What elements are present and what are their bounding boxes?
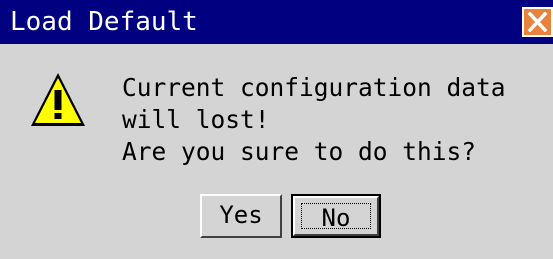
no-button-bevel: No — [293, 196, 379, 236]
focus-rectangle: No — [301, 203, 371, 232]
message-line: will lost! — [122, 105, 270, 134]
message-line: Are you sure to do this? — [122, 137, 477, 166]
close-icon — [527, 12, 548, 32]
no-button[interactable]: No — [291, 194, 381, 238]
message-line: Current configuration data — [122, 73, 506, 102]
yes-button-label: Yes — [219, 201, 263, 229]
yes-button[interactable]: Yes — [200, 194, 282, 238]
window-title: Load Default — [10, 7, 198, 37]
no-button-label: No — [321, 204, 351, 232]
message-text: Current configuration data will lost! Ar… — [122, 72, 506, 168]
close-button[interactable] — [522, 7, 553, 37]
load-default-dialog: Load Default Current configuration data … — [0, 0, 553, 259]
warning-icon — [31, 73, 85, 126]
title-bar: Load Default — [0, 0, 553, 44]
